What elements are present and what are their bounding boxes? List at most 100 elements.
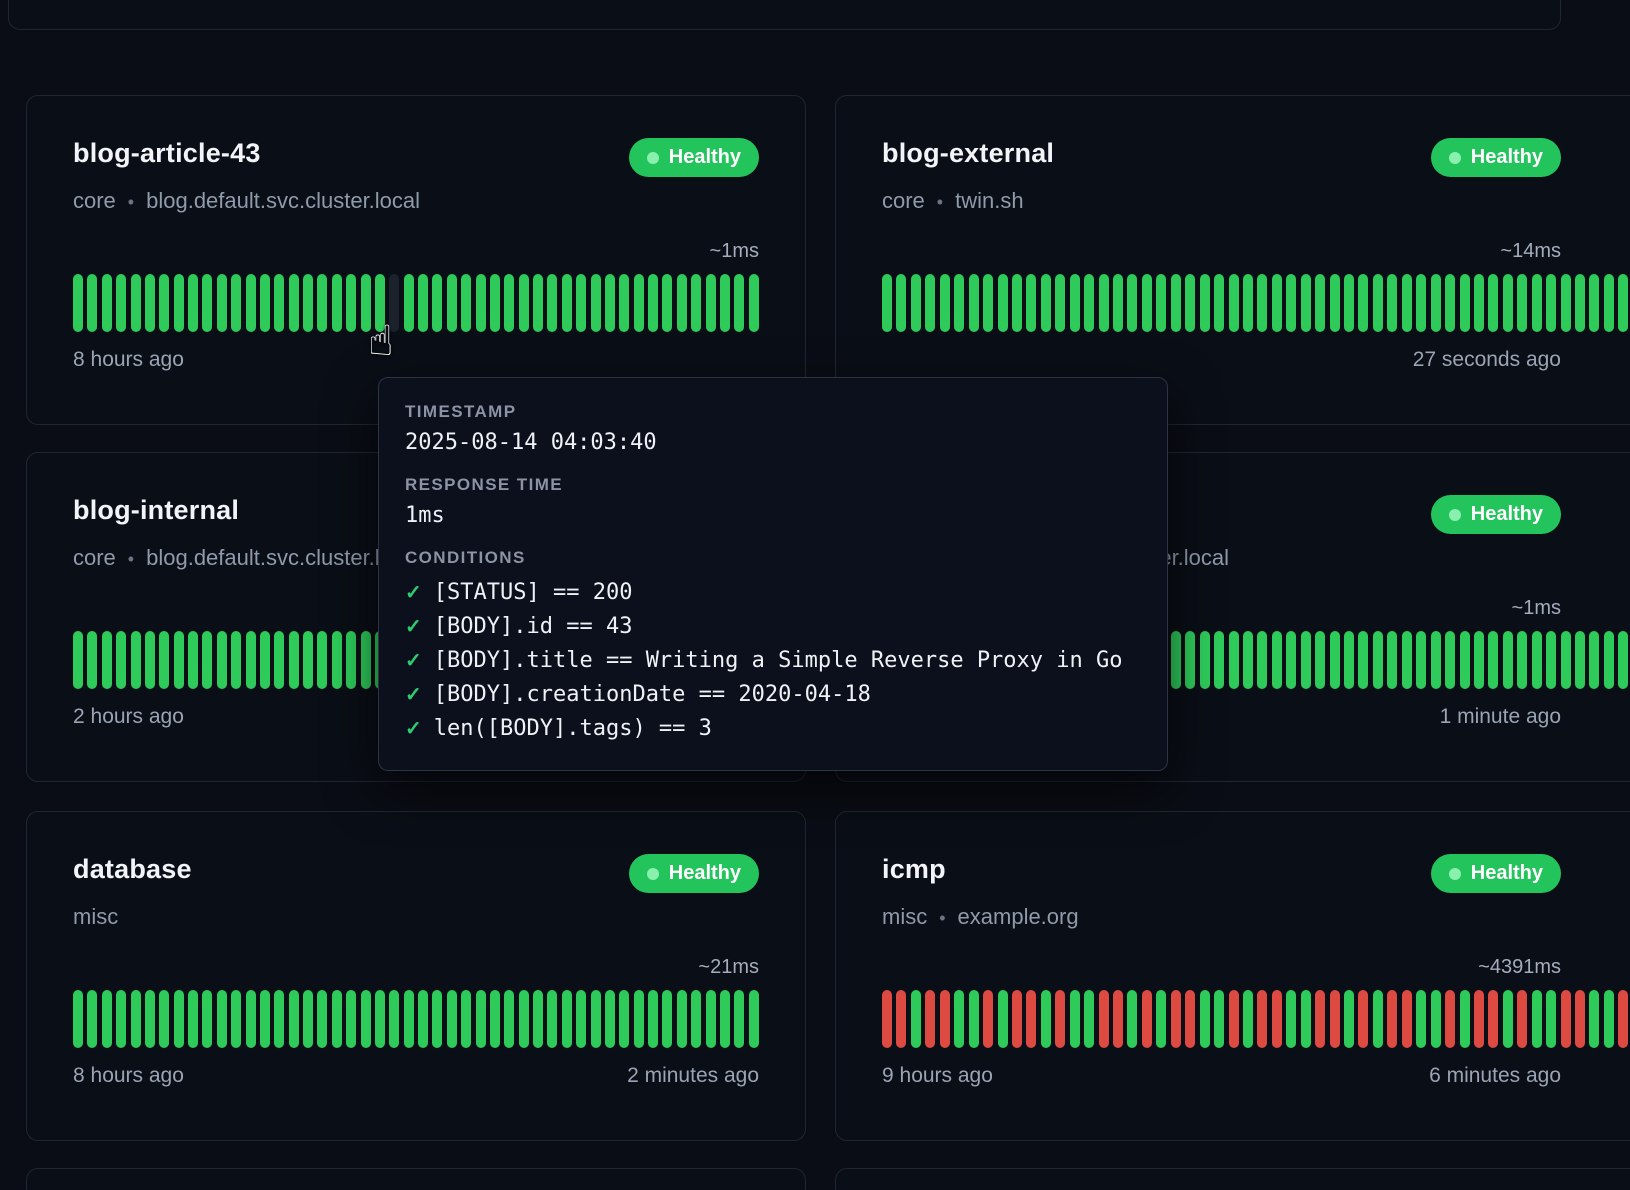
uptime-bar[interactable] [547, 990, 557, 1048]
uptime-bar[interactable] [1416, 631, 1426, 689]
uptime-bar[interactable] [1416, 990, 1426, 1048]
uptime-bar[interactable] [1243, 274, 1253, 332]
uptime-bar[interactable] [1200, 631, 1210, 689]
uptime-bar[interactable] [274, 990, 284, 1048]
uptime-bar[interactable] [217, 990, 227, 1048]
uptime-bar[interactable] [1532, 631, 1542, 689]
uptime-bar[interactable] [332, 990, 342, 1048]
uptime-bar[interactable] [677, 990, 687, 1048]
uptime-bar[interactable] [346, 274, 356, 332]
uptime-bar[interactable] [260, 990, 270, 1048]
uptime-bar[interactable] [1127, 274, 1137, 332]
uptime-bar[interactable] [447, 274, 457, 332]
uptime-bar[interactable] [940, 274, 950, 332]
uptime-bar[interactable] [1055, 274, 1065, 332]
uptime-bar[interactable] [940, 990, 950, 1048]
uptime-bar[interactable] [1026, 274, 1036, 332]
uptime-bar[interactable] [591, 274, 601, 332]
uptime-bar[interactable] [145, 990, 155, 1048]
uptime-bar[interactable] [1330, 274, 1340, 332]
uptime-bar[interactable] [1286, 631, 1296, 689]
uptime-bar[interactable] [346, 631, 356, 689]
uptime-bar[interactable] [217, 631, 227, 689]
uptime-bar[interactable] [749, 990, 759, 1048]
uptime-bar[interactable] [634, 990, 644, 1048]
uptime-bar[interactable] [1373, 631, 1383, 689]
uptime-bar[interactable] [1445, 631, 1455, 689]
uptime-bar[interactable] [1286, 274, 1296, 332]
uptime-bar[interactable] [634, 274, 644, 332]
uptime-bar[interactable] [116, 990, 126, 1048]
uptime-bar[interactable] [749, 274, 759, 332]
uptime-bar[interactable] [1243, 631, 1253, 689]
uptime-bar[interactable] [1517, 631, 1527, 689]
uptime-bar[interactable] [1546, 631, 1556, 689]
uptime-bar[interactable] [1099, 990, 1109, 1048]
uptime-bar[interactable] [734, 274, 744, 332]
uptime-bar[interactable] [1070, 274, 1080, 332]
uptime-bar[interactable] [1272, 274, 1282, 332]
uptime-bar[interactable] [619, 990, 629, 1048]
uptime-bar[interactable] [1517, 990, 1527, 1048]
uptime-bar[interactable] [519, 274, 529, 332]
uptime-bar[interactable] [145, 631, 155, 689]
uptime-bar[interactable] [1301, 631, 1311, 689]
uptime-bar[interactable] [432, 274, 442, 332]
uptime-bar[interactable] [1618, 990, 1628, 1048]
uptime-bar[interactable] [1358, 990, 1368, 1048]
uptime-bar[interactable] [246, 631, 256, 689]
uptime-bar[interactable] [476, 990, 486, 1048]
uptime-bar[interactable] [1358, 631, 1368, 689]
uptime-bar[interactable] [1503, 274, 1513, 332]
uptime-bar[interactable] [461, 990, 471, 1048]
uptime-bar[interactable] [1099, 274, 1109, 332]
uptime-bar[interactable] [361, 631, 371, 689]
uptime-bar[interactable] [648, 990, 658, 1048]
uptime-bar[interactable] [1257, 631, 1267, 689]
uptime-bar[interactable] [1041, 274, 1051, 332]
uptime-bar[interactable] [925, 990, 935, 1048]
uptime-bar[interactable] [576, 274, 586, 332]
uptime-bar[interactable] [87, 274, 97, 332]
uptime-bar[interactable] [1243, 990, 1253, 1048]
uptime-bar[interactable] [145, 274, 155, 332]
uptime-bar[interactable] [1431, 990, 1441, 1048]
uptime-bar[interactable] [1142, 990, 1152, 1048]
uptime-bar[interactable] [691, 990, 701, 1048]
uptime-bar[interactable] [1012, 990, 1022, 1048]
uptime-bar[interactable] [720, 274, 730, 332]
uptime-bar[interactable] [547, 274, 557, 332]
uptime-bar[interactable] [375, 990, 385, 1048]
uptime-bar[interactable] [389, 990, 399, 1048]
uptime-bar[interactable] [231, 274, 241, 332]
uptime-bar[interactable] [1474, 990, 1484, 1048]
uptime-bar[interactable] [1402, 631, 1412, 689]
uptime-bar[interactable] [998, 274, 1008, 332]
uptime-bar[interactable] [1445, 990, 1455, 1048]
uptime-bar[interactable] [1344, 274, 1354, 332]
uptime-bar[interactable] [1344, 990, 1354, 1048]
uptime-bar[interactable] [1532, 274, 1542, 332]
uptime-bar[interactable] [1589, 631, 1599, 689]
uptime-bar[interactable] [274, 631, 284, 689]
uptime-bar[interactable] [116, 631, 126, 689]
uptime-bar[interactable] [1373, 274, 1383, 332]
uptime-bar[interactable] [317, 990, 327, 1048]
uptime-bar[interactable] [131, 631, 141, 689]
uptime-bar[interactable] [1517, 274, 1527, 332]
uptime-bar[interactable] [1575, 274, 1585, 332]
uptime-bar[interactable] [1272, 990, 1282, 1048]
uptime-bar[interactable] [734, 990, 744, 1048]
uptime-bar[interactable] [1113, 990, 1123, 1048]
uptime-bar[interactable] [1618, 631, 1628, 689]
uptime-bar[interactable] [317, 274, 327, 332]
uptime-bar[interactable] [1503, 990, 1513, 1048]
uptime-bar[interactable] [1330, 631, 1340, 689]
uptime-bar[interactable] [1315, 631, 1325, 689]
uptime-bar[interactable] [432, 990, 442, 1048]
uptime-bar[interactable] [1344, 631, 1354, 689]
uptime-bar[interactable] [1214, 631, 1224, 689]
uptime-bar[interactable] [289, 274, 299, 332]
uptime-bar[interactable] [174, 631, 184, 689]
uptime-bar[interactable] [677, 274, 687, 332]
